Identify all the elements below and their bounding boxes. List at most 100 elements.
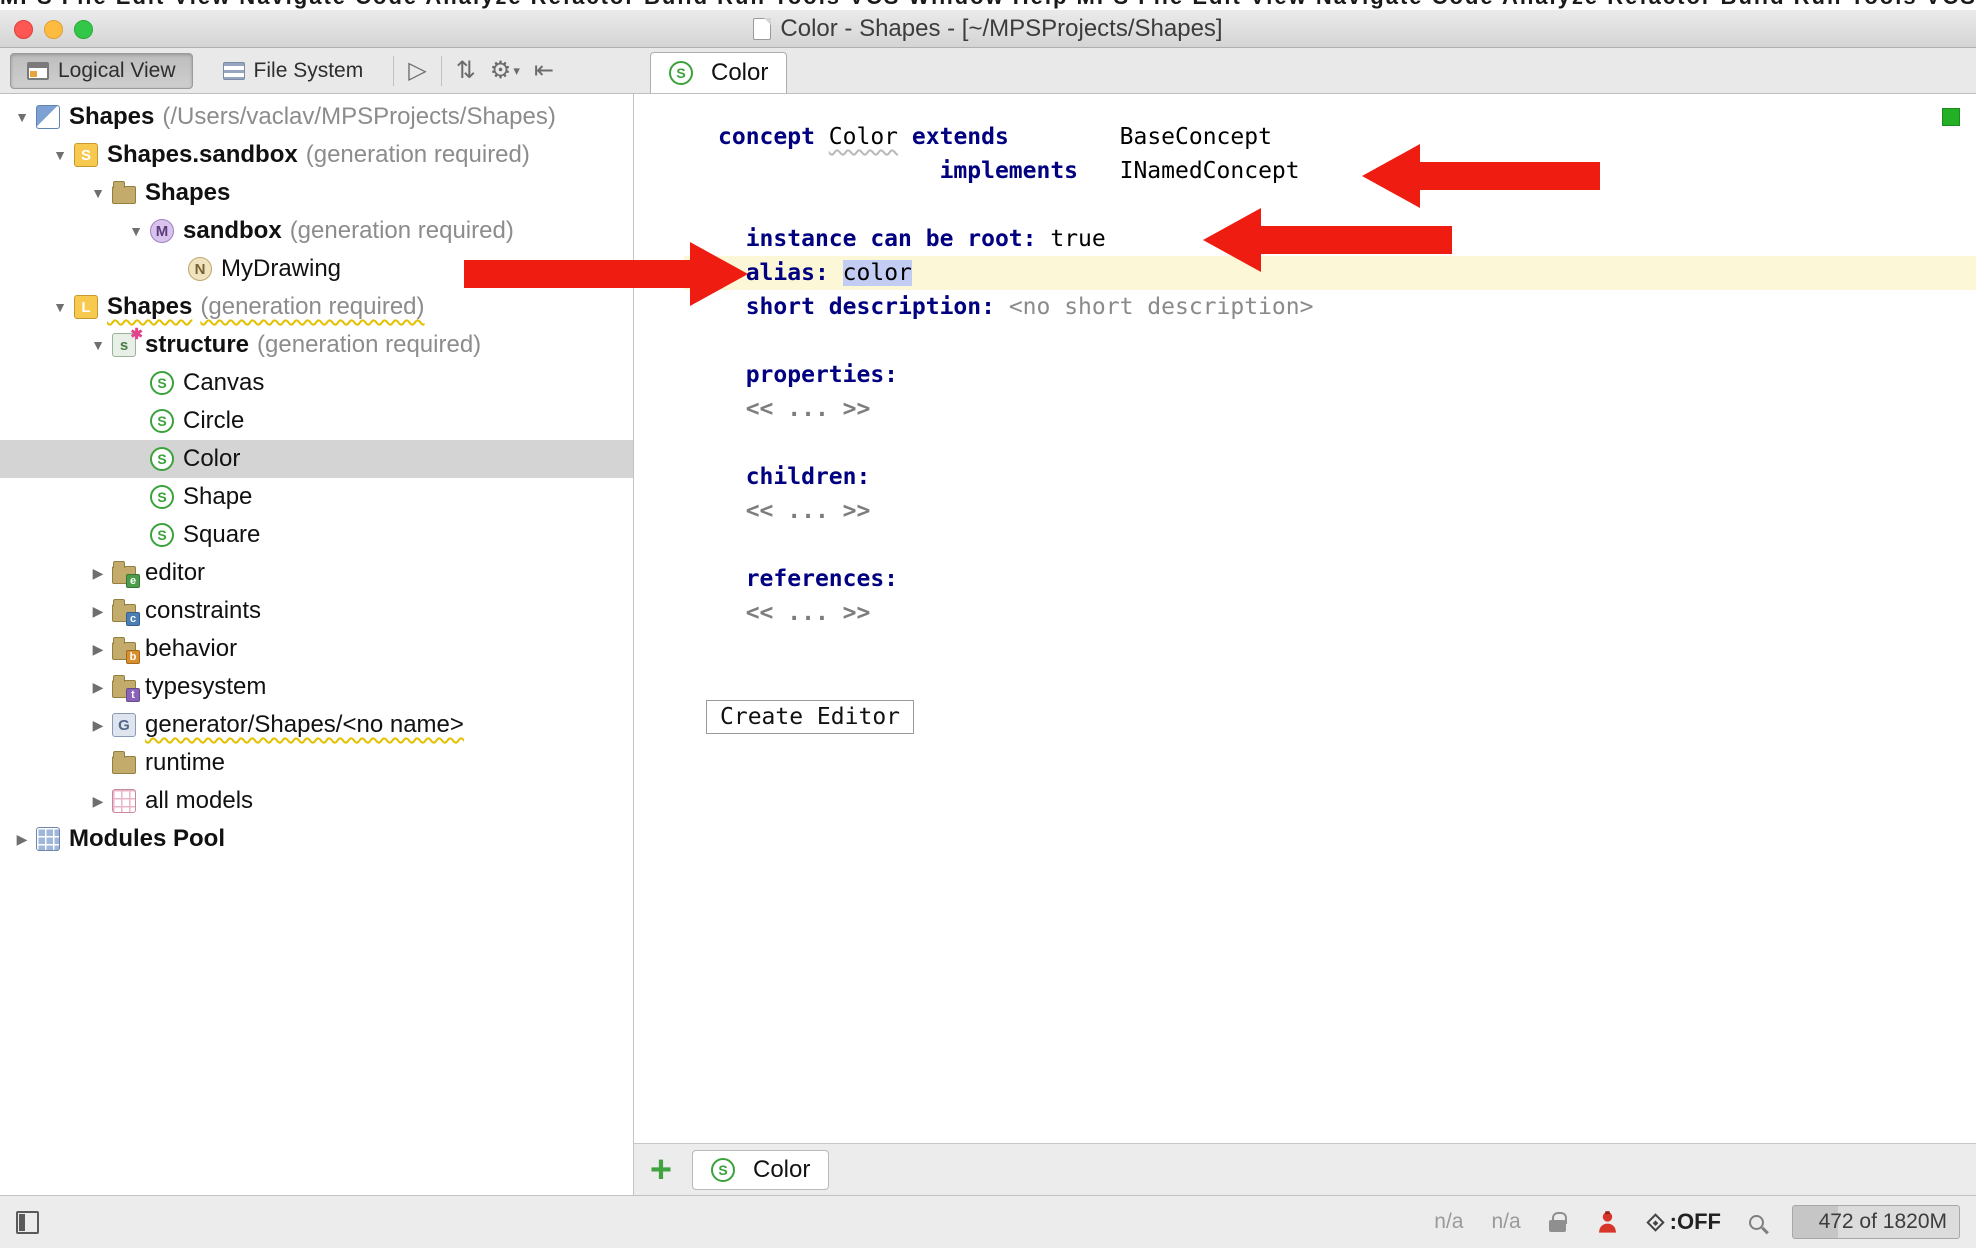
bottom-tab-color[interactable]: S Color: [692, 1150, 829, 1190]
code-line[interactable]: instance can be root: true: [634, 222, 1976, 256]
expand-closed-icon[interactable]: ▶: [8, 831, 36, 848]
tree-item-circle[interactable]: SCircle: [0, 402, 633, 440]
code-cell[interactable]: implements: [940, 158, 1078, 184]
tree-item-generator-shapes-no-name[interactable]: ▶Ggenerator/Shapes/<no name>: [0, 706, 633, 744]
code-cell[interactable]: instance can be root:: [746, 226, 1037, 252]
close-button[interactable]: [14, 20, 33, 39]
expand-closed-icon[interactable]: ▶: [84, 641, 112, 658]
editor-tab-color[interactable]: S Color: [650, 52, 787, 93]
code-line[interactable]: [634, 188, 1976, 222]
code-line[interactable]: [634, 426, 1976, 460]
code-cell[interactable]: [718, 498, 746, 524]
code-line[interactable]: properties:: [634, 358, 1976, 392]
add-tab-button[interactable]: +: [644, 1153, 678, 1187]
code-line[interactable]: implements INamedConcept: [634, 154, 1976, 188]
tree-item-modules-pool[interactable]: ▶Modules Pool: [0, 820, 633, 858]
code-line[interactable]: short description: <no short description…: [634, 290, 1976, 324]
toolwindow-toggle-icon[interactable]: [16, 1211, 39, 1234]
code-cell[interactable]: [718, 226, 746, 252]
expand-closed-icon[interactable]: ▶: [84, 565, 112, 582]
code-cell[interactable]: [718, 464, 746, 490]
tree-item-structure[interactable]: ▼sstructure(generation required): [0, 326, 633, 364]
tree-item-shapes[interactable]: ▼LShapes(generation required): [0, 288, 633, 326]
code-line[interactable]: [634, 324, 1976, 358]
code-cell[interactable]: BaseConcept: [1120, 124, 1272, 150]
migration-indicator[interactable]: :OFF: [1649, 1209, 1721, 1235]
expand-closed-icon[interactable]: ▶: [84, 603, 112, 620]
tree-item-shapes-sandbox[interactable]: ▼SShapes.sandbox(generation required): [0, 136, 633, 174]
expand-open-icon[interactable]: ▼: [84, 337, 112, 353]
code-cell[interactable]: extends: [912, 124, 1009, 150]
memory-indicator[interactable]: 472 of 1820M: [1792, 1205, 1960, 1239]
code-cell[interactable]: true: [1050, 226, 1105, 252]
code-cell[interactable]: [718, 396, 746, 422]
code-cell[interactable]: [898, 124, 912, 150]
code-line[interactable]: [634, 528, 1976, 562]
code-cell[interactable]: INamedConcept: [1120, 158, 1300, 184]
autoscroll-icon[interactable]: ⇅: [456, 56, 476, 85]
editor-body[interactable]: concept Color extends BaseConcept implem…: [634, 94, 1976, 1143]
create-editor-button[interactable]: Create Editor: [706, 700, 914, 734]
tree-item-shapes[interactable]: ▼Shapes: [0, 174, 633, 212]
tree-item-runtime[interactable]: runtime: [0, 744, 633, 782]
code-cell[interactable]: [718, 158, 940, 184]
code-cell[interactable]: short description:: [746, 294, 995, 320]
code-cell[interactable]: [829, 260, 843, 286]
code-cell[interactable]: [718, 600, 746, 626]
hector-icon[interactable]: [1594, 1209, 1621, 1236]
code-cell[interactable]: Color: [829, 124, 898, 150]
tree-item-mydrawing[interactable]: NMyDrawing: [0, 250, 633, 288]
code-cell[interactable]: [1009, 124, 1120, 150]
code-cell[interactable]: [1037, 226, 1051, 252]
code-cell[interactable]: properties:: [746, 362, 898, 388]
code-line[interactable]: concept Color extends BaseConcept: [634, 120, 1976, 154]
tree-item-constraints[interactable]: ▶cconstraints: [0, 592, 633, 630]
minimize-button[interactable]: [44, 20, 63, 39]
code-cell[interactable]: [718, 260, 746, 286]
logical-view-tab[interactable]: Logical View: [10, 53, 193, 89]
code-line[interactable]: children:: [634, 460, 1976, 494]
play-icon[interactable]: ▷: [408, 56, 426, 85]
expand-closed-icon[interactable]: ▶: [84, 679, 112, 696]
code-cell[interactable]: [1078, 158, 1120, 184]
tree-item-sandbox[interactable]: ▼Msandbox(generation required): [0, 212, 633, 250]
expand-open-icon[interactable]: ▼: [122, 223, 150, 239]
tree-item-editor[interactable]: ▶eeditor: [0, 554, 633, 592]
tree-item-typesystem[interactable]: ▶ttypesystem: [0, 668, 633, 706]
tree-item-all-models[interactable]: ▶all models: [0, 782, 633, 820]
expand-open-icon[interactable]: ▼: [84, 185, 112, 201]
expand-open-icon[interactable]: ▼: [46, 147, 74, 163]
expand-open-icon[interactable]: ▼: [8, 109, 36, 125]
code-line[interactable]: << ... >>: [634, 494, 1976, 528]
tree-item-color[interactable]: SColor: [0, 440, 633, 478]
code-cell[interactable]: references:: [746, 566, 898, 592]
code-cell[interactable]: << ... >>: [746, 498, 871, 524]
file-system-tab[interactable]: File System: [207, 53, 380, 89]
code-cell[interactable]: [718, 362, 746, 388]
tree-item-behavior[interactable]: ▶bbehavior: [0, 630, 633, 668]
zoom-button[interactable]: [74, 20, 93, 39]
code-line[interactable]: << ... >>: [634, 596, 1976, 630]
tree-item-square[interactable]: SSquare: [0, 516, 633, 554]
code-line[interactable]: references:: [634, 562, 1976, 596]
tree-item-canvas[interactable]: SCanvas: [0, 364, 633, 402]
tree-item-shape[interactable]: SShape: [0, 478, 633, 516]
code-cell[interactable]: alias:: [746, 260, 829, 286]
code-cell[interactable]: [815, 124, 829, 150]
search-icon[interactable]: [1749, 1215, 1764, 1230]
code-cell[interactable]: << ... >>: [746, 396, 871, 422]
tree-item-shapes[interactable]: ▼Shapes(/Users/vaclav/MPSProjects/Shapes…: [0, 98, 633, 136]
code-cell[interactable]: <no short description>: [1009, 294, 1314, 320]
expand-closed-icon[interactable]: ▶: [84, 717, 112, 734]
code-cell[interactable]: color: [843, 260, 912, 286]
code-line[interactable]: [634, 630, 1976, 664]
lock-icon[interactable]: [1549, 1220, 1566, 1232]
code-line-alias[interactable]: alias: color: [634, 256, 1976, 290]
code-line[interactable]: << ... >>: [634, 392, 1976, 426]
gear-icon[interactable]: ⚙▾: [490, 56, 520, 85]
collapse-panel-icon[interactable]: ⇤: [534, 56, 554, 85]
expand-closed-icon[interactable]: ▶: [84, 793, 112, 810]
code-cell[interactable]: concept: [718, 124, 815, 150]
code-cell[interactable]: [718, 294, 746, 320]
code-cell[interactable]: children:: [746, 464, 871, 490]
